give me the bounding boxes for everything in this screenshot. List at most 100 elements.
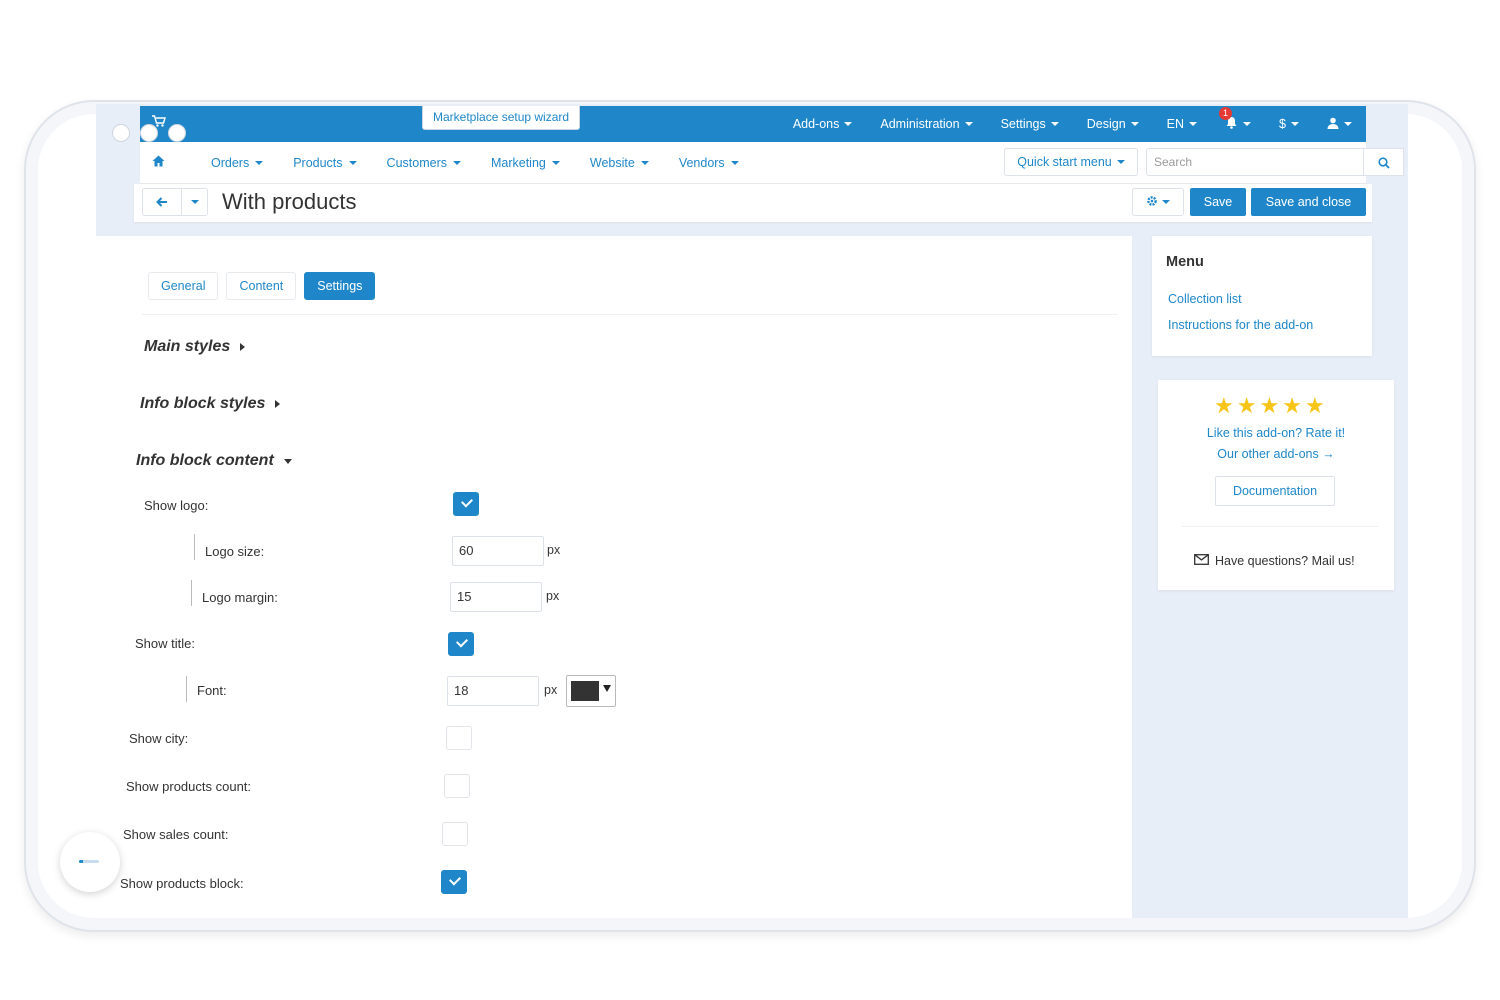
star-icon[interactable]: ★: [1305, 394, 1325, 418]
chevron-down-icon: [255, 161, 264, 165]
back-button[interactable]: [143, 189, 181, 215]
currency-label: $: [1279, 117, 1286, 131]
tab-settings[interactable]: Settings: [304, 272, 376, 300]
show-products-block-checkbox[interactable]: [441, 870, 467, 894]
chevron-down-icon: [730, 161, 739, 165]
nav-label: Customers: [386, 156, 447, 170]
nest-line: [191, 580, 192, 606]
star-icon[interactable]: ★: [1214, 394, 1234, 418]
nav-orders[interactable]: Orders: [196, 156, 278, 170]
tab-general[interactable]: General: [148, 272, 219, 300]
documentation-button[interactable]: Documentation: [1215, 476, 1335, 506]
nav-marketing[interactable]: Marketing: [476, 156, 575, 170]
home-button[interactable]: [60, 832, 120, 892]
section-info-block-content[interactable]: Info block content: [136, 452, 292, 470]
language-label: EN: [1166, 117, 1185, 131]
nav-products[interactable]: Products: [278, 156, 371, 170]
show-sales-count-label: Show sales count:: [123, 827, 229, 842]
settings-dropdown-button[interactable]: [1132, 188, 1184, 216]
font-label: Font:: [197, 683, 227, 698]
other-addons-link[interactable]: Our other add-ons →: [1158, 447, 1394, 461]
top-nav-settings[interactable]: Settings: [987, 117, 1073, 131]
logo-margin-label: Logo margin:: [202, 590, 278, 605]
top-nav-label: Administration: [880, 117, 960, 131]
top-nav-addons[interactable]: Add-ons: [779, 117, 867, 131]
back-button-group: [142, 188, 208, 216]
currency-selector[interactable]: $: [1265, 117, 1313, 131]
instructions-link[interactable]: Instructions for the add-on: [1168, 318, 1313, 332]
nav-label: Vendors: [678, 156, 725, 170]
color-swatch: [571, 681, 599, 701]
user-icon: [1327, 117, 1339, 132]
show-title-checkbox[interactable]: [448, 632, 474, 656]
search-icon: [1378, 156, 1390, 174]
search-input[interactable]: Search: [1146, 148, 1364, 176]
tab-content[interactable]: Content: [226, 272, 297, 300]
main-nav: Orders Products Customers Marketing Webs…: [140, 142, 1404, 184]
show-sales-count-checkbox[interactable]: [442, 822, 468, 846]
marketplace-setup-wizard-button[interactable]: Marketplace setup wizard: [422, 106, 581, 130]
top-nav-design[interactable]: Design: [1073, 117, 1153, 131]
sidebar-menu-title: Menu: [1166, 254, 1204, 270]
title-bar: With products Save Save and close: [134, 184, 1372, 222]
chevron-down-icon: [190, 200, 199, 204]
save-button[interactable]: Save: [1190, 188, 1246, 216]
rating-stars[interactable]: ★ ★ ★ ★ ★: [1214, 394, 1325, 418]
section-title: Main styles: [144, 338, 231, 355]
star-icon[interactable]: ★: [1259, 394, 1279, 418]
top-nav-administration[interactable]: Administration: [866, 117, 986, 131]
user-menu[interactable]: [1313, 117, 1366, 132]
sidebar-menu: Menu Collection list Instructions for th…: [1152, 236, 1372, 356]
chevron-down-icon: [1130, 122, 1139, 126]
top-nav-label: Design: [1086, 117, 1126, 131]
section-main-styles[interactable]: Main styles: [144, 338, 246, 356]
quick-start-menu-button[interactable]: Quick start menu: [1004, 148, 1138, 176]
caret-right-icon: [240, 343, 246, 351]
nav-label: Website: [589, 156, 635, 170]
chevron-down-icon: [603, 685, 611, 692]
caret-down-icon: [283, 458, 292, 464]
chevron-down-icon: [1189, 122, 1198, 126]
main-panel: General Content Settings Main styles Inf…: [96, 236, 1132, 918]
nest-line: [194, 534, 195, 560]
chevron-down-icon: [1243, 122, 1252, 126]
top-bar: Marketplace setup wizard Add-ons Adminis…: [140, 106, 1366, 142]
font-size-input[interactable]: 18: [447, 676, 539, 706]
show-city-checkbox[interactable]: [446, 726, 472, 750]
logo-size-input[interactable]: 60: [452, 536, 544, 566]
language-selector[interactable]: EN: [1153, 117, 1211, 131]
nav-website[interactable]: Website: [575, 156, 664, 170]
chevron-down-icon: [1344, 122, 1352, 126]
notifications-button[interactable]: 1: [1211, 107, 1265, 132]
font-size-unit: px: [544, 683, 558, 697]
font-color-picker[interactable]: [566, 675, 616, 707]
show-city-label: Show city:: [129, 731, 189, 746]
show-logo-checkbox[interactable]: [453, 492, 479, 516]
star-icon[interactable]: ★: [1237, 394, 1257, 418]
star-icon[interactable]: ★: [1282, 394, 1302, 418]
quick-start-label: Quick start menu: [1017, 155, 1112, 169]
nav-customers[interactable]: Customers: [372, 156, 476, 170]
rate-link[interactable]: Like this add-on? Rate it!: [1158, 426, 1394, 440]
logo-margin-unit: px: [546, 589, 560, 603]
nav-label: Orders: [211, 156, 250, 170]
nest-line: [186, 676, 187, 702]
collection-list-link[interactable]: Collection list: [1168, 292, 1242, 306]
show-products-count-checkbox[interactable]: [444, 774, 470, 798]
nav-vendors[interactable]: Vendors: [664, 156, 754, 170]
chevron-down-icon: [1162, 200, 1170, 204]
home-icon[interactable]: [152, 155, 165, 170]
nav-label: Products: [293, 156, 343, 170]
chevron-down-icon: [964, 122, 973, 126]
back-history-dropdown[interactable]: [181, 189, 207, 215]
gear-icon: [1146, 194, 1158, 210]
logo-margin-input[interactable]: 15: [450, 582, 542, 612]
save-and-close-button[interactable]: Save and close: [1251, 188, 1366, 216]
search-button[interactable]: [1364, 148, 1404, 176]
section-title: Info block content: [136, 452, 274, 469]
nav-label: Marketing: [490, 156, 546, 170]
mail-us-link[interactable]: Have questions? Mail us!: [1194, 554, 1355, 568]
logo-size-unit: px: [547, 543, 561, 557]
page-title: With products: [222, 189, 357, 214]
section-info-block-styles[interactable]: Info block styles: [140, 395, 281, 413]
